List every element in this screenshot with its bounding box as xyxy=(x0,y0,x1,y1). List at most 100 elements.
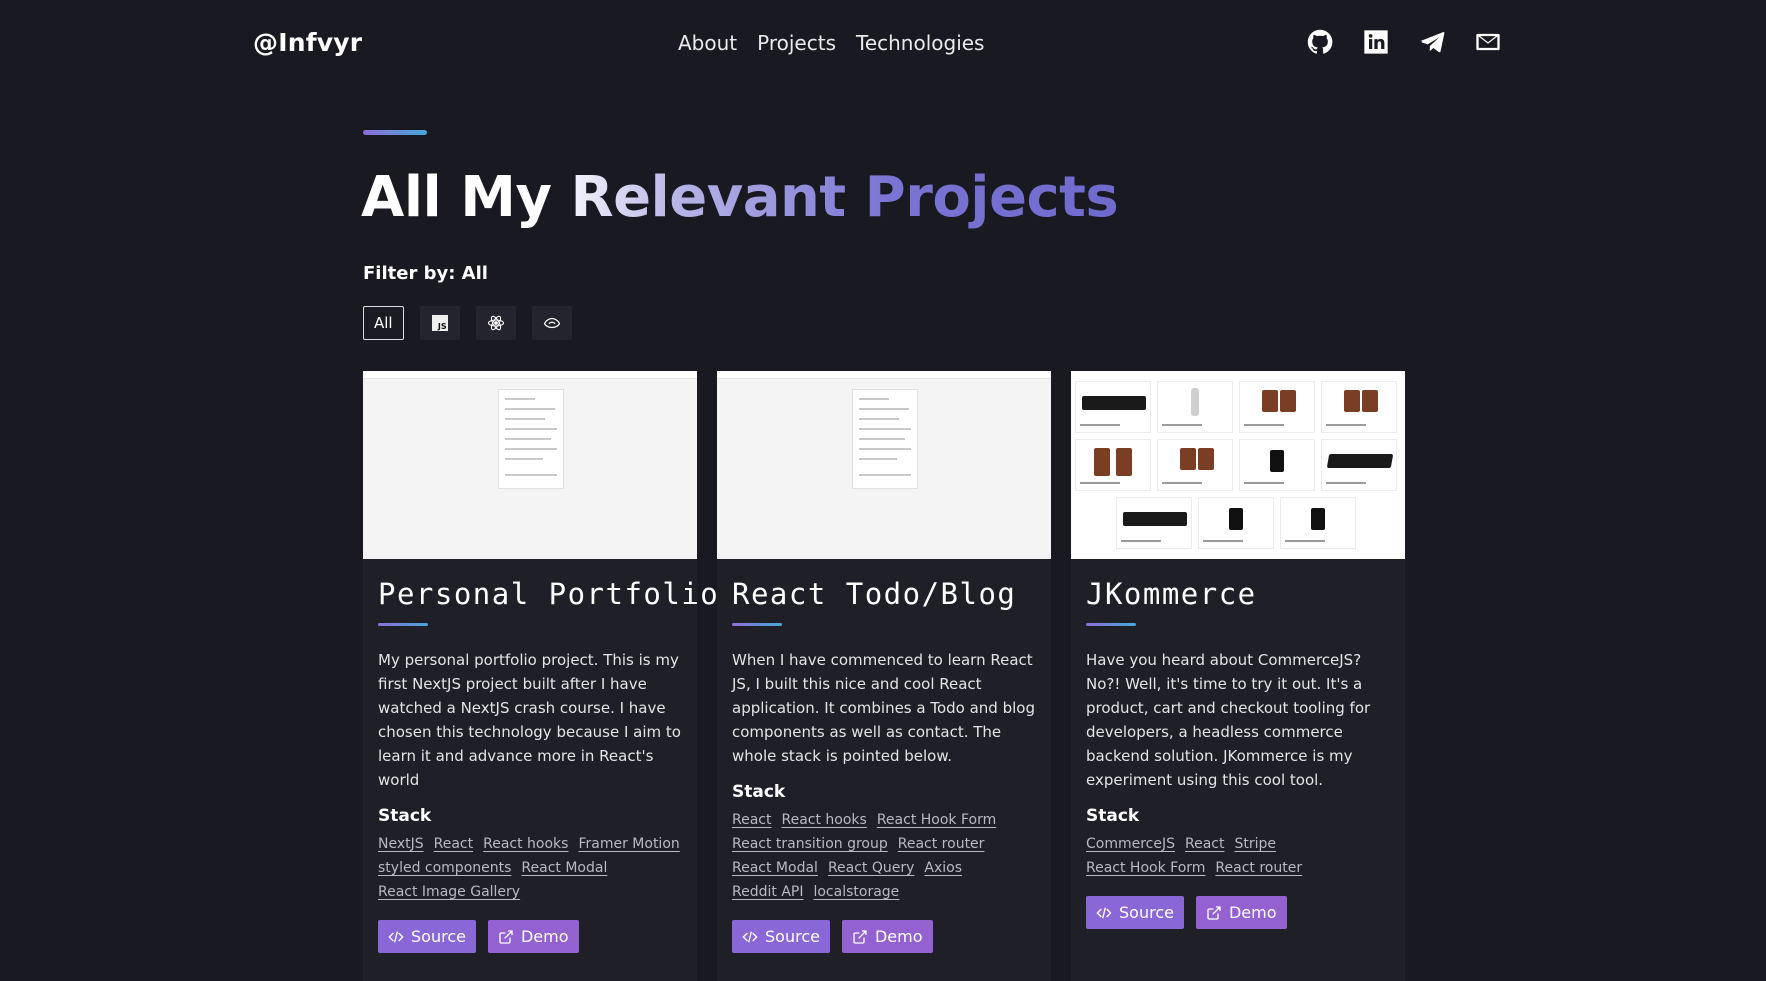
stack-tag[interactable]: React hooks xyxy=(483,836,568,852)
stack-tag[interactable]: React Modal xyxy=(732,860,818,876)
screenshot-header xyxy=(363,371,697,379)
product-thumb xyxy=(1157,439,1233,491)
stack-tag[interactable]: React xyxy=(732,812,771,828)
screenshot-line xyxy=(859,428,911,430)
brand-logo[interactable]: @Infvyr xyxy=(253,28,362,57)
demo-button[interactable]: Demo xyxy=(487,920,579,953)
filter-label: Filter by: All xyxy=(363,263,488,284)
title-underline xyxy=(732,623,782,626)
project-actions: Source Demo xyxy=(1086,896,1390,929)
project-description: My personal portfolio project. This is m… xyxy=(378,651,681,789)
filter-styled-components-button[interactable] xyxy=(531,306,572,340)
screenshot-line xyxy=(505,438,551,440)
stack-tag[interactable]: CommerceJS xyxy=(1086,836,1175,852)
project-description: When I have commenced to learn React JS,… xyxy=(732,651,1035,765)
stack-tag[interactable]: Framer Motion xyxy=(578,836,679,852)
stack-tags: React React hooks React Hook Form React … xyxy=(732,812,1038,900)
stack-tag[interactable]: React hooks xyxy=(781,812,866,828)
stack-tags: CommerceJS React Stripe React Hook Form … xyxy=(1086,836,1392,876)
source-button-label: Source xyxy=(765,927,820,946)
screenshot-line xyxy=(505,428,557,430)
nav-link-technologies[interactable]: Technologies xyxy=(856,31,984,55)
stack-tag[interactable]: React Query xyxy=(828,860,914,876)
stack-tag[interactable]: React router xyxy=(898,836,985,852)
external-link-icon xyxy=(852,929,868,945)
source-button[interactable]: Source xyxy=(1086,896,1184,929)
demo-button[interactable]: Demo xyxy=(841,920,933,953)
product-thumb xyxy=(1321,381,1397,433)
project-description: Have you heard about CommerceJS? No?! We… xyxy=(1086,651,1371,789)
stack-tag[interactable]: React transition group xyxy=(732,836,888,852)
stack-tag[interactable]: React router xyxy=(1215,860,1302,876)
project-title: React Todo/Blog xyxy=(732,577,1017,611)
screenshot-line xyxy=(859,438,905,440)
nav-links: About Projects Technologies xyxy=(678,31,984,55)
stack-tag[interactable]: localstorage xyxy=(813,884,899,900)
stack-tag[interactable]: Reddit API xyxy=(732,884,803,900)
screenshot-line xyxy=(859,418,899,420)
product-thumb xyxy=(1157,381,1233,433)
stack-tag[interactable]: React Image Gallery xyxy=(378,884,520,900)
nav-link-about[interactable]: About xyxy=(678,31,737,55)
demo-button-label: Demo xyxy=(874,927,923,946)
product-thumb xyxy=(1280,497,1356,549)
screenshot-line xyxy=(859,458,897,460)
nav-link-projects[interactable]: Projects xyxy=(757,31,836,55)
external-link-icon xyxy=(498,929,514,945)
demo-button-label: Demo xyxy=(520,927,569,946)
product-thumb xyxy=(1075,439,1151,491)
mail-icon[interactable] xyxy=(1474,28,1502,56)
project-screenshot[interactable] xyxy=(717,371,1051,559)
screenshot-line xyxy=(505,408,555,410)
top-nav: @Infvyr About Projects Technologies xyxy=(0,0,1766,90)
code-icon xyxy=(742,929,758,945)
filter-javascript-button[interactable]: JS xyxy=(419,306,460,340)
stack-tags: NextJS React React hooks Framer Motion s… xyxy=(378,836,684,900)
code-icon xyxy=(388,929,404,945)
project-title: JKommerce xyxy=(1086,577,1257,611)
screenshot-header xyxy=(717,371,1051,379)
page-title: All My Relevant Projects xyxy=(361,165,1119,230)
filter-react-button[interactable] xyxy=(475,306,516,340)
source-button[interactable]: Source xyxy=(732,920,830,953)
screenshot-panel xyxy=(852,389,918,489)
stack-tag[interactable]: Axios xyxy=(924,860,962,876)
product-thumb xyxy=(1239,439,1315,491)
demo-button[interactable]: Demo xyxy=(1195,896,1287,929)
product-thumb xyxy=(1321,439,1397,491)
product-thumb xyxy=(1116,497,1192,549)
telegram-icon[interactable] xyxy=(1418,28,1446,56)
project-screenshot[interactable] xyxy=(363,371,697,559)
source-button-label: Source xyxy=(1119,903,1174,922)
project-actions: Source Demo xyxy=(378,920,682,953)
external-link-icon xyxy=(1206,905,1222,921)
social-links xyxy=(1306,28,1502,56)
stack-tag[interactable]: React xyxy=(1185,836,1224,852)
title-underline xyxy=(378,623,428,626)
screenshot-line xyxy=(859,408,909,410)
stack-heading: Stack xyxy=(378,806,432,826)
stack-tag[interactable]: NextJS xyxy=(378,836,424,852)
screenshot-line xyxy=(505,474,557,476)
stack-tag[interactable]: styled components xyxy=(378,860,511,876)
filter-all-button[interactable]: All xyxy=(363,306,404,340)
project-actions: Source Demo xyxy=(732,920,1036,953)
stack-tag[interactable]: React Hook Form xyxy=(877,812,996,828)
source-button[interactable]: Source xyxy=(378,920,476,953)
code-icon xyxy=(1096,905,1112,921)
stack-tag[interactable]: React Modal xyxy=(521,860,607,876)
product-thumb xyxy=(1075,381,1151,433)
stack-tag[interactable]: React xyxy=(434,836,473,852)
project-card: React Todo/Blog When I have commenced to… xyxy=(717,371,1051,981)
stack-heading: Stack xyxy=(732,782,786,802)
screenshot-line xyxy=(859,448,911,450)
screenshot-line xyxy=(505,448,557,450)
filter-bar: All JS xyxy=(363,306,572,340)
react-icon xyxy=(487,314,505,332)
github-icon[interactable] xyxy=(1306,28,1334,56)
stack-tag[interactable]: Stripe xyxy=(1235,836,1277,852)
stack-tag[interactable]: React Hook Form xyxy=(1086,860,1205,876)
linkedin-icon[interactable] xyxy=(1362,28,1390,56)
title-underline xyxy=(1086,623,1136,626)
project-screenshot[interactable] xyxy=(1071,371,1405,559)
